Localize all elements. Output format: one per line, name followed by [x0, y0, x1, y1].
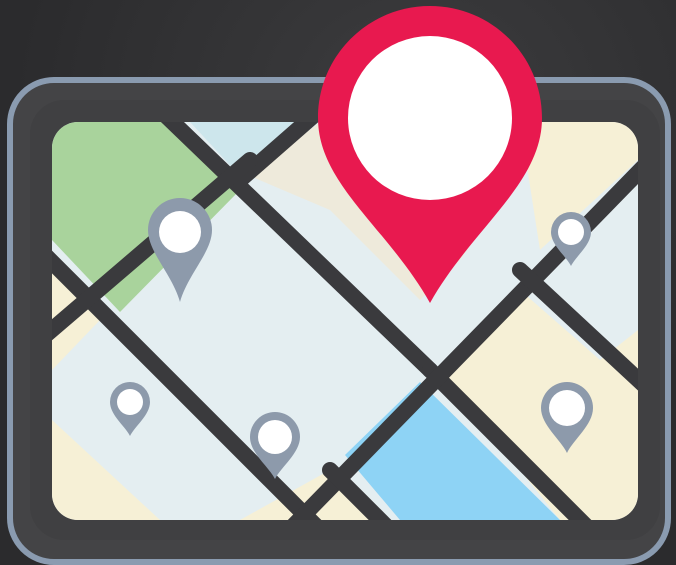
map-location-icon	[0, 0, 676, 565]
map-location-illustration	[0, 0, 676, 565]
